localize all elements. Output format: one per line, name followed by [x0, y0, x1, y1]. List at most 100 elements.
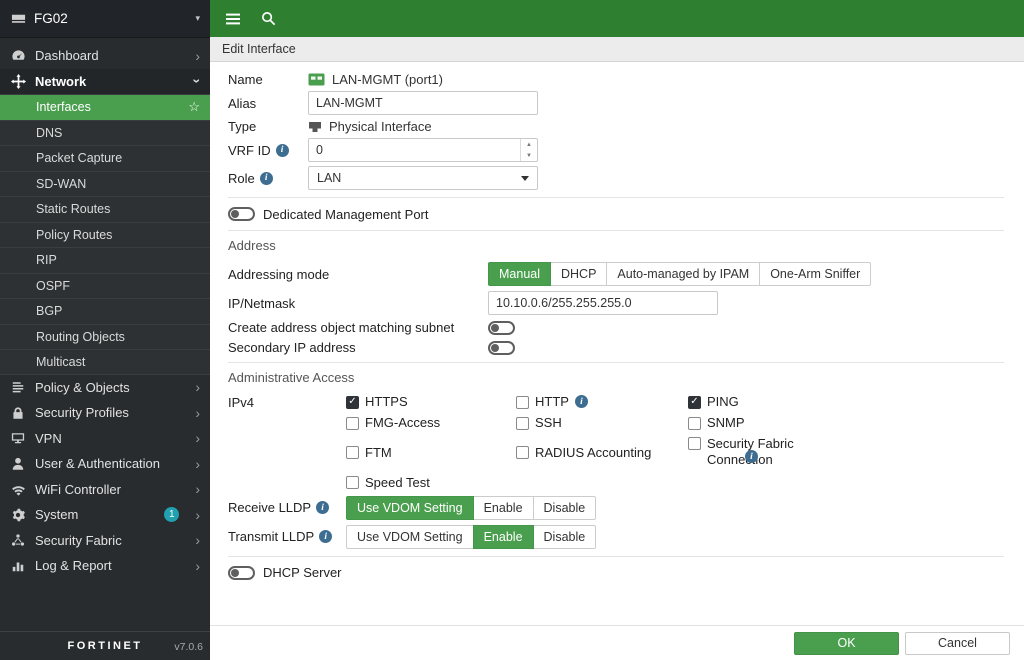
form-footer: OK Cancel	[210, 625, 1024, 660]
sidebar-item-policy-objects[interactable]: Policy & Objects ›	[0, 375, 210, 401]
sidebar-item-security-profiles[interactable]: Security Profiles ›	[0, 400, 210, 426]
create-address-object-toggle[interactable]	[488, 321, 515, 335]
ip-netmask-row: IP/Netmask	[228, 291, 1004, 315]
chevron-right-icon: ›	[195, 431, 200, 445]
checkbox-box[interactable]	[688, 417, 701, 430]
chevron-right-icon: ›	[195, 457, 200, 471]
sidebar-item-packet-capture[interactable]: Packet Capture	[0, 145, 210, 171]
sidebar-item-static-routes[interactable]: Static Routes	[0, 196, 210, 222]
sidebar-item-user-authentication[interactable]: User & Authentication ›	[0, 451, 210, 477]
sidebar-item-network[interactable]: Network ›	[0, 69, 210, 95]
checkbox-box[interactable]	[346, 446, 359, 459]
sidebar-item-security-fabric[interactable]: Security Fabric ›	[0, 528, 210, 554]
select-caret-icon	[521, 176, 529, 181]
info-icon[interactable]	[316, 501, 329, 514]
vrf-id-stepper[interactable]: ▲ ▼	[308, 138, 538, 162]
checkbox-box[interactable]	[346, 476, 359, 489]
name-label: Name	[228, 72, 308, 87]
search-icon[interactable]	[261, 11, 276, 26]
addressing-mode-manual-button[interactable]: Manual	[488, 262, 551, 286]
addressing-mode-ipam-button[interactable]: Auto-managed by IPAM	[606, 262, 760, 286]
policy-objects-icon	[10, 380, 26, 394]
dhcp-server-toggle[interactable]	[228, 566, 255, 580]
cancel-button[interactable]: Cancel	[905, 632, 1010, 655]
sidebar-item-routing-objects[interactable]: Routing Objects	[0, 324, 210, 350]
name-row: Name LAN-MGMT (port1)	[228, 72, 1004, 87]
dedicated-mgmt-label: Dedicated Management Port	[263, 207, 428, 222]
create-address-object-row: Create address object matching subnet	[228, 320, 1004, 335]
checkbox-fmg-access[interactable]: FMG-Access	[346, 415, 516, 430]
stepper-down-icon[interactable]: ▼	[521, 150, 537, 161]
ip-netmask-input[interactable]	[488, 291, 718, 315]
sidebar-item-dashboard[interactable]: Dashboard ›	[0, 43, 210, 69]
receive-lldp-enable-button[interactable]: Enable	[473, 496, 534, 520]
checkbox-speed-test[interactable]: Speed Test	[346, 475, 516, 490]
checkbox-box[interactable]	[346, 417, 359, 430]
sidebar-item-policy-routes[interactable]: Policy Routes	[0, 222, 210, 248]
info-icon[interactable]	[276, 144, 289, 157]
transmit-lldp-enable-button[interactable]: Enable	[473, 525, 534, 549]
secondary-ip-toggle[interactable]	[488, 341, 515, 355]
wifi-icon	[10, 482, 26, 497]
network-submenu: Interfaces ☆ DNS Packet Capture SD-WAN S…	[0, 94, 210, 375]
checkbox-box[interactable]	[516, 446, 529, 459]
receive-lldp-vdom-button[interactable]: Use VDOM Setting	[346, 496, 474, 520]
stepper-buttons[interactable]: ▲ ▼	[520, 139, 537, 161]
role-select[interactable]: LAN	[308, 166, 538, 190]
favorite-star-icon[interactable]: ☆	[188, 99, 200, 115]
interface-name-value: LAN-MGMT (port1)	[332, 72, 443, 87]
receive-lldp-disable-button[interactable]: Disable	[533, 496, 597, 520]
alias-input[interactable]	[308, 91, 538, 115]
hostname-selector[interactable]: FG02 ▾	[0, 0, 210, 38]
info-icon[interactable]	[745, 450, 758, 463]
sidebar-item-bgp[interactable]: BGP	[0, 298, 210, 324]
sidebar-item-system[interactable]: System 1 ›	[0, 502, 210, 528]
checkbox-ssh[interactable]: SSH	[516, 415, 688, 430]
sidebar-item-ospf[interactable]: OSPF	[0, 273, 210, 299]
checkbox-https[interactable]: HTTPS	[346, 394, 516, 409]
addressing-mode-dhcp-button[interactable]: DHCP	[550, 262, 607, 286]
sidebar-item-log-report[interactable]: Log & Report ›	[0, 553, 210, 579]
checkbox-ftm[interactable]: FTM	[346, 436, 516, 469]
checkbox-snmp[interactable]: SNMP	[688, 415, 848, 430]
sidebar-item-dns[interactable]: DNS	[0, 120, 210, 146]
ipv4-access-row: IPv4 HTTPS HTTP PING FMG-Access	[228, 394, 1004, 490]
chevron-right-icon: ›	[195, 559, 200, 573]
security-fabric-icon	[10, 533, 26, 547]
checkbox-box[interactable]	[688, 396, 701, 409]
dedicated-mgmt-toggle[interactable]	[228, 207, 255, 221]
info-icon[interactable]	[260, 172, 273, 185]
checkbox-security-fabric-connection[interactable]: Security Fabric Connection	[688, 436, 848, 469]
vrf-id-input[interactable]	[309, 139, 520, 161]
sidebar-item-multicast[interactable]: Multicast	[0, 349, 210, 375]
ipv4-checkbox-grid: HTTPS HTTP PING FMG-Access SSH	[346, 394, 848, 490]
checkbox-radius-accounting[interactable]: RADIUS Accounting	[516, 436, 688, 469]
ok-button[interactable]: OK	[794, 632, 899, 655]
sidebar-item-vpn[interactable]: VPN ›	[0, 426, 210, 452]
transmit-lldp-disable-button[interactable]: Disable	[533, 525, 597, 549]
breadcrumb: Edit Interface	[210, 37, 1024, 62]
transmit-lldp-vdom-button[interactable]: Use VDOM Setting	[346, 525, 474, 549]
alias-label: Alias	[228, 96, 308, 111]
fortinet-logo: FORTINET	[68, 640, 143, 652]
secondary-ip-label: Secondary IP address	[228, 340, 488, 355]
dedicated-mgmt-row: Dedicated Management Port	[228, 205, 1004, 223]
info-icon[interactable]	[319, 530, 332, 543]
checkbox-box[interactable]	[688, 437, 701, 450]
info-icon[interactable]	[575, 395, 588, 408]
sidebar-item-interfaces[interactable]: Interfaces ☆	[0, 94, 210, 120]
checkbox-box[interactable]	[516, 396, 529, 409]
sidebar-item-rip[interactable]: RIP	[0, 247, 210, 273]
addressing-mode-sniffer-button[interactable]: One-Arm Sniffer	[759, 262, 871, 286]
type-label: Type	[228, 119, 308, 134]
sidebar-item-wifi-controller[interactable]: WiFi Controller ›	[0, 477, 210, 503]
checkbox-ping[interactable]: PING	[688, 394, 848, 409]
hamburger-menu-icon[interactable]	[225, 11, 241, 27]
stepper-up-icon[interactable]: ▲	[521, 139, 537, 150]
sidebar-item-sd-wan[interactable]: SD-WAN	[0, 171, 210, 197]
checkbox-box[interactable]	[346, 396, 359, 409]
checkbox-box[interactable]	[516, 417, 529, 430]
ipv4-label: IPv4	[228, 394, 346, 410]
role-label: Role	[228, 171, 255, 186]
checkbox-http[interactable]: HTTP	[516, 394, 688, 409]
